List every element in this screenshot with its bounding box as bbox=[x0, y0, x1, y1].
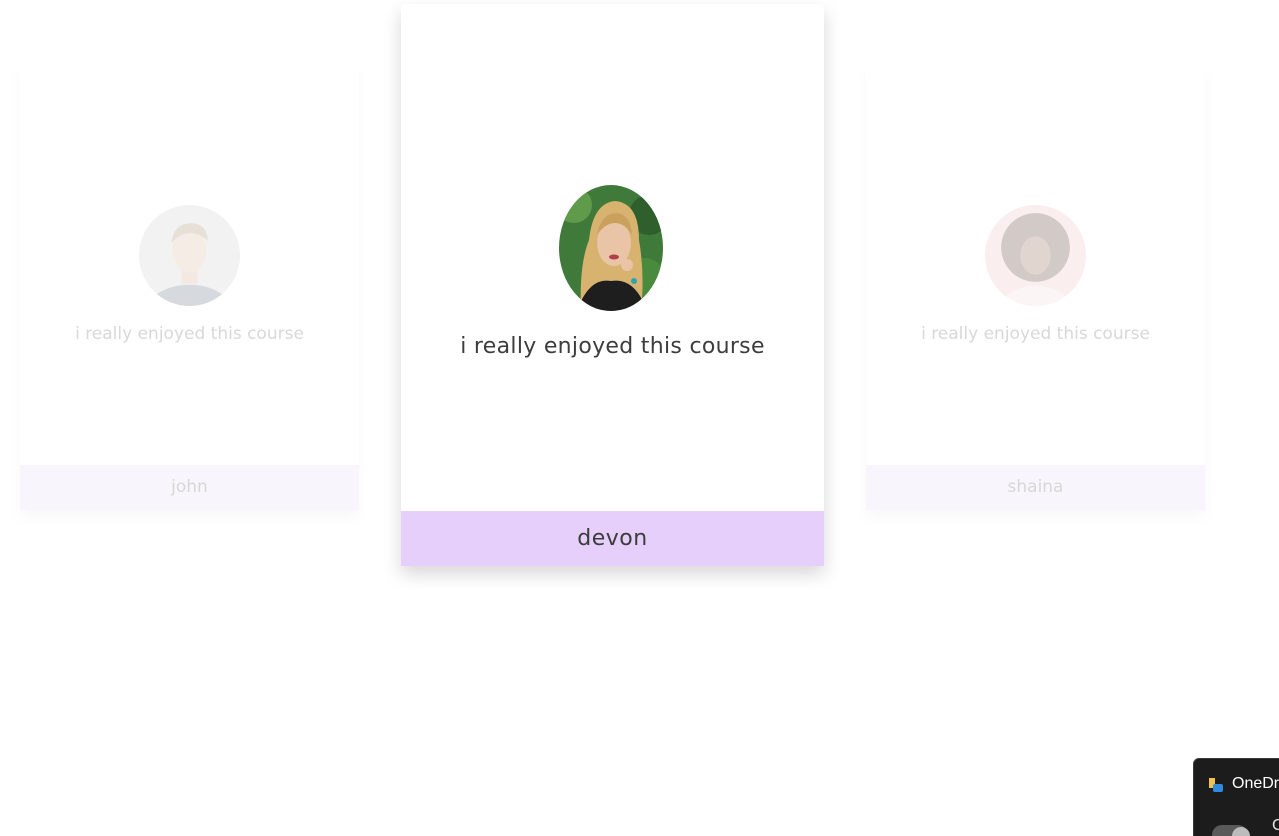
avatar-shaina bbox=[985, 205, 1086, 306]
testimonial-card-shaina[interactable]: i really enjoyed this course shaina bbox=[866, 65, 1205, 510]
testimonial-quote: i really enjoyed this course bbox=[460, 334, 765, 359]
toggle-knob bbox=[1232, 827, 1250, 836]
person-photo-icon bbox=[985, 205, 1086, 306]
avatar-john bbox=[139, 205, 240, 306]
testimonial-name: john bbox=[20, 465, 359, 510]
testimonial-card-john[interactable]: i really enjoyed this course john bbox=[20, 65, 359, 510]
testimonial-quote: i really enjoyed this course bbox=[921, 324, 1150, 344]
testimonial-name: shaina bbox=[866, 465, 1205, 510]
onedrive-toggle[interactable] bbox=[1212, 825, 1250, 836]
onedrive-icon bbox=[1209, 778, 1223, 792]
person-photo-icon bbox=[559, 185, 663, 311]
testimonial-quote: i really enjoyed this course bbox=[75, 324, 304, 344]
testimonial-name: devon bbox=[401, 511, 824, 566]
testimonial-card-devon[interactable]: i really enjoyed this course devon bbox=[401, 4, 824, 566]
avatar-devon bbox=[559, 185, 663, 311]
person-photo-icon bbox=[139, 205, 240, 306]
onedrive-label: OneDrive bbox=[1232, 775, 1279, 792]
onedrive-sub-label: C bbox=[1272, 817, 1279, 834]
onedrive-notification[interactable]: OneDrive C bbox=[1193, 758, 1279, 836]
